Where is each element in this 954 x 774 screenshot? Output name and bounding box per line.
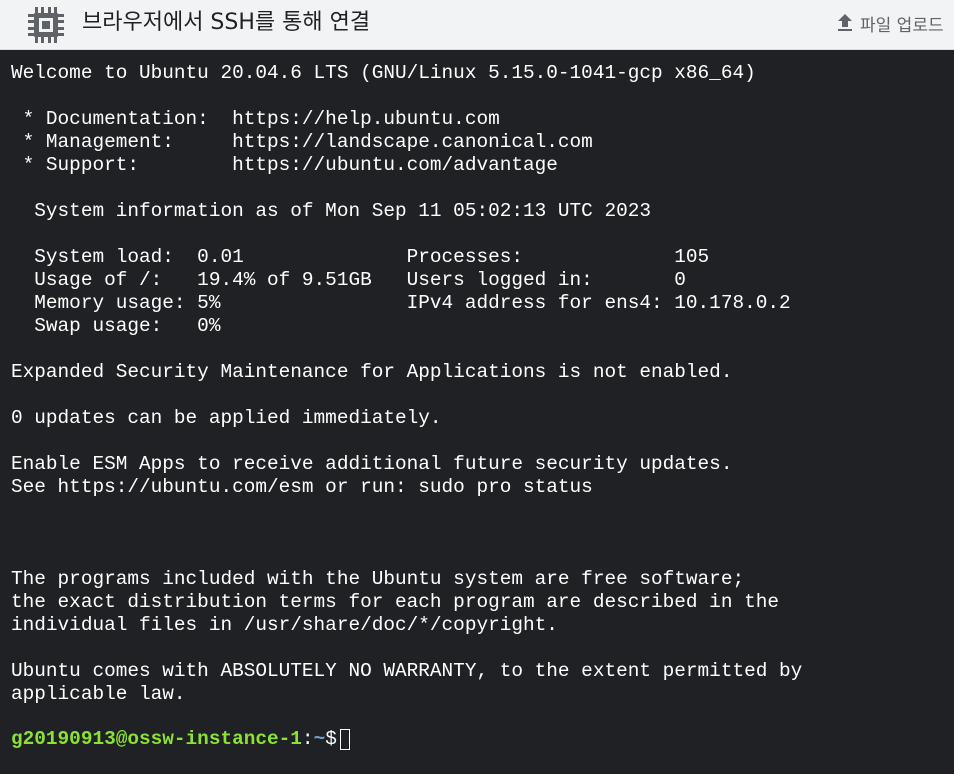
window-title: 브라우저에서 SSH를 통해 연결 xyxy=(82,10,371,35)
terminal-screen[interactable]: Welcome to Ubuntu 20.04.6 LTS (GNU/Linux… xyxy=(0,50,954,774)
prompt-path: ~ xyxy=(313,728,326,750)
chip-icon xyxy=(28,7,64,43)
shell-prompt: g20190913@ossw-instance-1: ~ $ xyxy=(11,728,350,751)
upload-file-label: 파일 업로드 xyxy=(860,15,944,36)
upload-file-button[interactable]: 파일 업로드 xyxy=(833,8,944,38)
terminal-output: Welcome to Ubuntu 20.04.6 LTS (GNU/Linux… xyxy=(11,62,803,705)
prompt-separator: : xyxy=(301,728,314,750)
prompt-symbol: $ xyxy=(325,728,337,750)
prompt-user-host: g20190913@ossw-instance-1 xyxy=(11,728,302,750)
ssh-window-header: 브라우저에서 SSH를 통해 연결 파일 업로드 xyxy=(0,0,954,50)
terminal-cursor[interactable] xyxy=(339,729,350,750)
upload-arrow-icon xyxy=(838,14,852,31)
